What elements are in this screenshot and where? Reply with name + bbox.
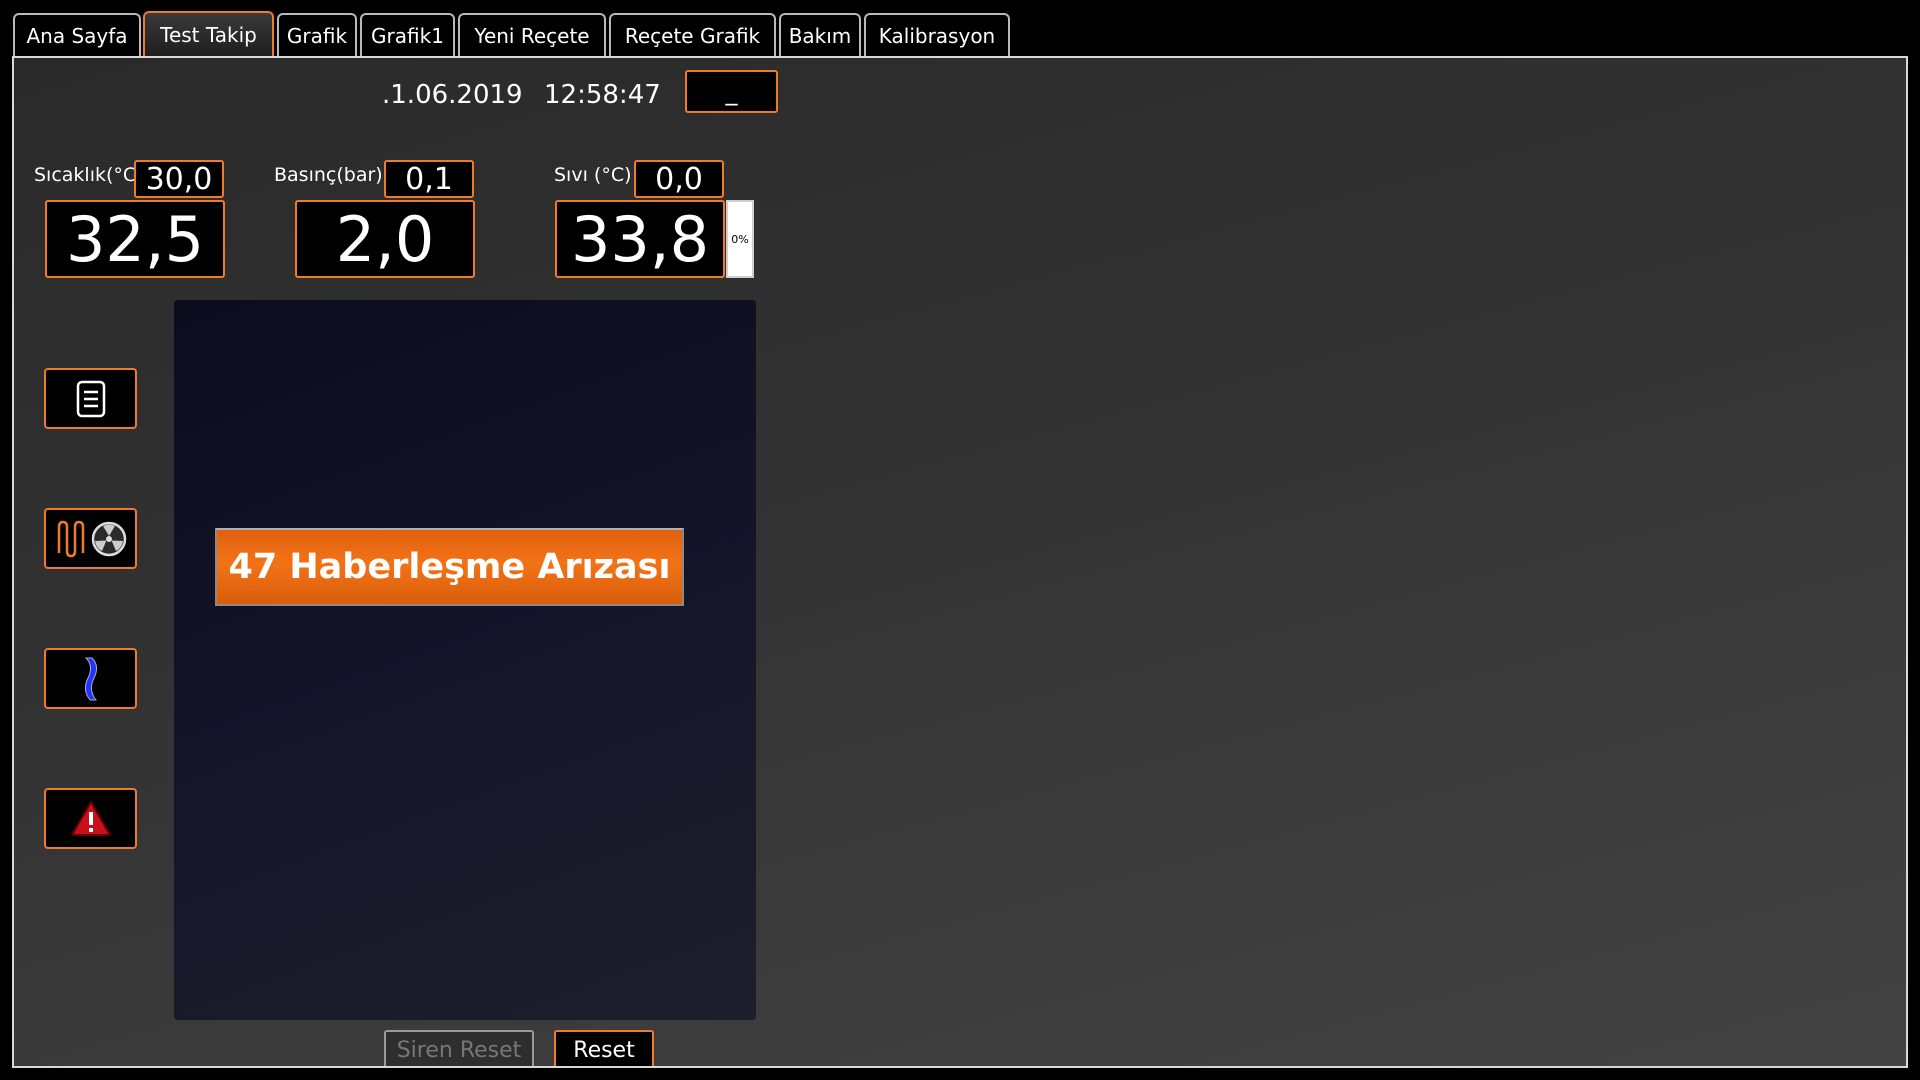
document-button[interactable] — [44, 368, 137, 429]
temperature-value: 32,5 — [45, 200, 225, 278]
siren-reset-button[interactable]: Siren Reset — [384, 1030, 534, 1066]
warning-icon — [70, 800, 111, 836]
liquid-level-text: 0% — [731, 232, 749, 246]
reset-button[interactable]: Reset — [554, 1030, 654, 1066]
temperature-setpoint-input[interactable]: 30,0 — [134, 160, 224, 198]
liquid-value: 33,8 — [555, 200, 725, 278]
main-panel: .1.06.2019 12:58:47 _ Sıcaklık(°C 30,0 3… — [12, 56, 1908, 1068]
liquid-icon — [84, 657, 97, 700]
tab-yeni-recete[interactable]: Yeni Reçete — [458, 13, 606, 56]
document-icon — [76, 380, 105, 417]
tab-grafik[interactable]: Grafik — [277, 13, 357, 56]
tab-ana-sayfa[interactable]: Ana Sayfa — [13, 13, 141, 56]
pressure-value: 2,0 — [295, 200, 475, 278]
date-display: .1.06.2019 — [382, 80, 523, 110]
heater-fan-icon — [57, 520, 126, 557]
liquid-label: Sıvı (°C) — [554, 164, 632, 186]
tab-grafik1[interactable]: Grafik1 — [360, 13, 455, 56]
alarm-button[interactable] — [44, 788, 137, 849]
liquid-setpoint-input[interactable]: 0,0 — [634, 160, 724, 198]
tab-recete-grafik[interactable]: Reçete Grafik — [609, 13, 776, 56]
liquid-button[interactable] — [44, 648, 137, 709]
minimize-button[interactable]: _ — [685, 70, 778, 113]
temperature-label: Sıcaklık(°C — [34, 164, 137, 186]
tab-kalibrasyon[interactable]: Kalibrasyon — [864, 13, 1010, 56]
pressure-setpoint-input[interactable]: 0,1 — [384, 160, 474, 198]
alarm-message[interactable]: 47 Haberleşme Arızası — [215, 528, 684, 606]
pressure-label: Basınç(bar) — [274, 164, 383, 186]
tab-test-takip[interactable]: Test Takip — [143, 11, 274, 56]
heater-fan-button[interactable] — [44, 508, 137, 569]
alarm-list-panel: 47 Haberleşme Arızası — [174, 300, 756, 1020]
liquid-level-bar: 0% — [726, 200, 754, 278]
time-display: 12:58:47 — [544, 80, 661, 110]
tab-bakim[interactable]: Bakım — [779, 13, 861, 56]
